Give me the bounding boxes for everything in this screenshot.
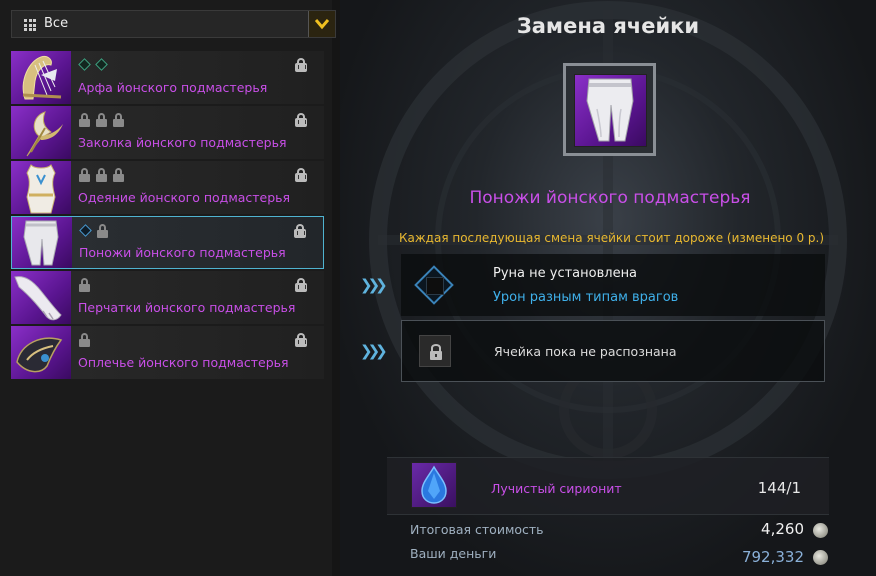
- total-cost-label: Итоговая стоимость: [410, 522, 544, 537]
- item-lock-icon[interactable]: [293, 224, 307, 238]
- panel-title: Замена ячейки: [516, 14, 700, 38]
- list-item[interactable]: Перчатки йонского подмастерья: [11, 271, 324, 324]
- rune-subtitle: Урон разным типам врагов: [493, 290, 679, 305]
- list-item-selected[interactable]: Поножи йонского подмастерья: [11, 216, 324, 269]
- list-item[interactable]: Арфа йонского подмастерья: [11, 51, 324, 104]
- item-list-panel: Все Арфа йонского подмастерья Заколка йо…: [0, 0, 336, 576]
- item-lock-icon[interactable]: [294, 113, 308, 127]
- locked-slot-icon: [78, 113, 91, 127]
- harp-thumbnail: [11, 51, 71, 104]
- item-name: Арфа йонского подмастерья: [78, 80, 268, 95]
- list-item[interactable]: Заколка йонского подмастерья: [11, 106, 324, 159]
- selected-item-frame: [563, 63, 656, 156]
- chevron-down-icon[interactable]: [308, 11, 335, 37]
- locked-slot-icon: [78, 333, 91, 347]
- arrow-right-icon: ❯❯❯: [360, 276, 388, 294]
- item-name: Заколка йонского подмастерья: [78, 135, 287, 150]
- grid-icon: [24, 19, 36, 31]
- material-name: Лучистый сирионит: [491, 481, 622, 496]
- your-money-value: 792,332: [741, 548, 804, 566]
- list-item[interactable]: Одеяние йонского подмастерья: [11, 161, 324, 214]
- rune-slot-icon: [78, 58, 91, 71]
- item-lock-icon[interactable]: [294, 278, 308, 292]
- rune-empty-icon: [413, 264, 455, 306]
- hairpin-thumbnail: [11, 106, 71, 159]
- cost-notice: Каждая последующая смена ячейки стоит до…: [399, 231, 825, 245]
- filter-dropdown[interactable]: Все: [11, 10, 336, 38]
- item-name: Оплечье йонского подмастерья: [78, 355, 289, 370]
- item-lock-icon[interactable]: [294, 333, 308, 347]
- locked-slot-icon: [78, 168, 91, 182]
- list-item[interactable]: Оплечье йонского подмастерья: [11, 326, 324, 379]
- leggings-thumbnail: [12, 217, 72, 268]
- equipment-list: Арфа йонского подмастерья Заколка йонско…: [11, 51, 324, 381]
- silver-coin-icon: [813, 523, 828, 538]
- item-name: Одеяние йонского подмастерья: [78, 190, 291, 205]
- total-cost-value: 4,260: [761, 520, 804, 538]
- silver-coin-icon: [813, 550, 828, 565]
- material-count: 144/1: [757, 479, 801, 497]
- item-lock-icon[interactable]: [294, 58, 308, 72]
- locked-slot-icon: [95, 113, 108, 127]
- selected-item-name: Поножи йонского подмастерья: [469, 188, 751, 208]
- slot-status-text: Ячейка пока не распознана: [494, 344, 677, 359]
- item-lock-icon[interactable]: [294, 168, 308, 182]
- crystal-icon: [411, 462, 457, 508]
- rune-slot-row[interactable]: Руна не установлена Урон разным типам вр…: [401, 254, 825, 316]
- arrow-right-icon: ❯❯❯: [360, 342, 388, 360]
- rune-slot-icon: [95, 58, 108, 71]
- rune-title: Руна не установлена: [493, 266, 638, 281]
- locked-slot-icon: [96, 224, 109, 238]
- gloves-thumbnail: [11, 271, 71, 324]
- your-money-label: Ваши деньги: [410, 546, 497, 561]
- outfit-thumbnail: [11, 161, 71, 214]
- slot-change-panel: Замена ячейки Поножи йонского подмастерь…: [340, 0, 876, 576]
- locked-slot-icon: [95, 168, 108, 182]
- material-row: Лучистый сирионит 144/1: [387, 457, 829, 515]
- lock-icon: [419, 335, 451, 367]
- locked-slot-icon: [112, 113, 125, 127]
- leggings-large-image: [574, 74, 647, 147]
- filter-selected-label: Все: [44, 16, 69, 31]
- item-name: Поножи йонского подмастерья: [79, 245, 286, 260]
- rune-slot-icon: [79, 224, 92, 237]
- locked-slot-icon: [78, 278, 91, 292]
- locked-slot-row[interactable]: Ячейка пока не распознана: [401, 320, 825, 382]
- pauldron-thumbnail: [11, 326, 71, 379]
- locked-slot-icon: [112, 168, 125, 182]
- item-name: Перчатки йонского подмастерья: [78, 300, 296, 315]
